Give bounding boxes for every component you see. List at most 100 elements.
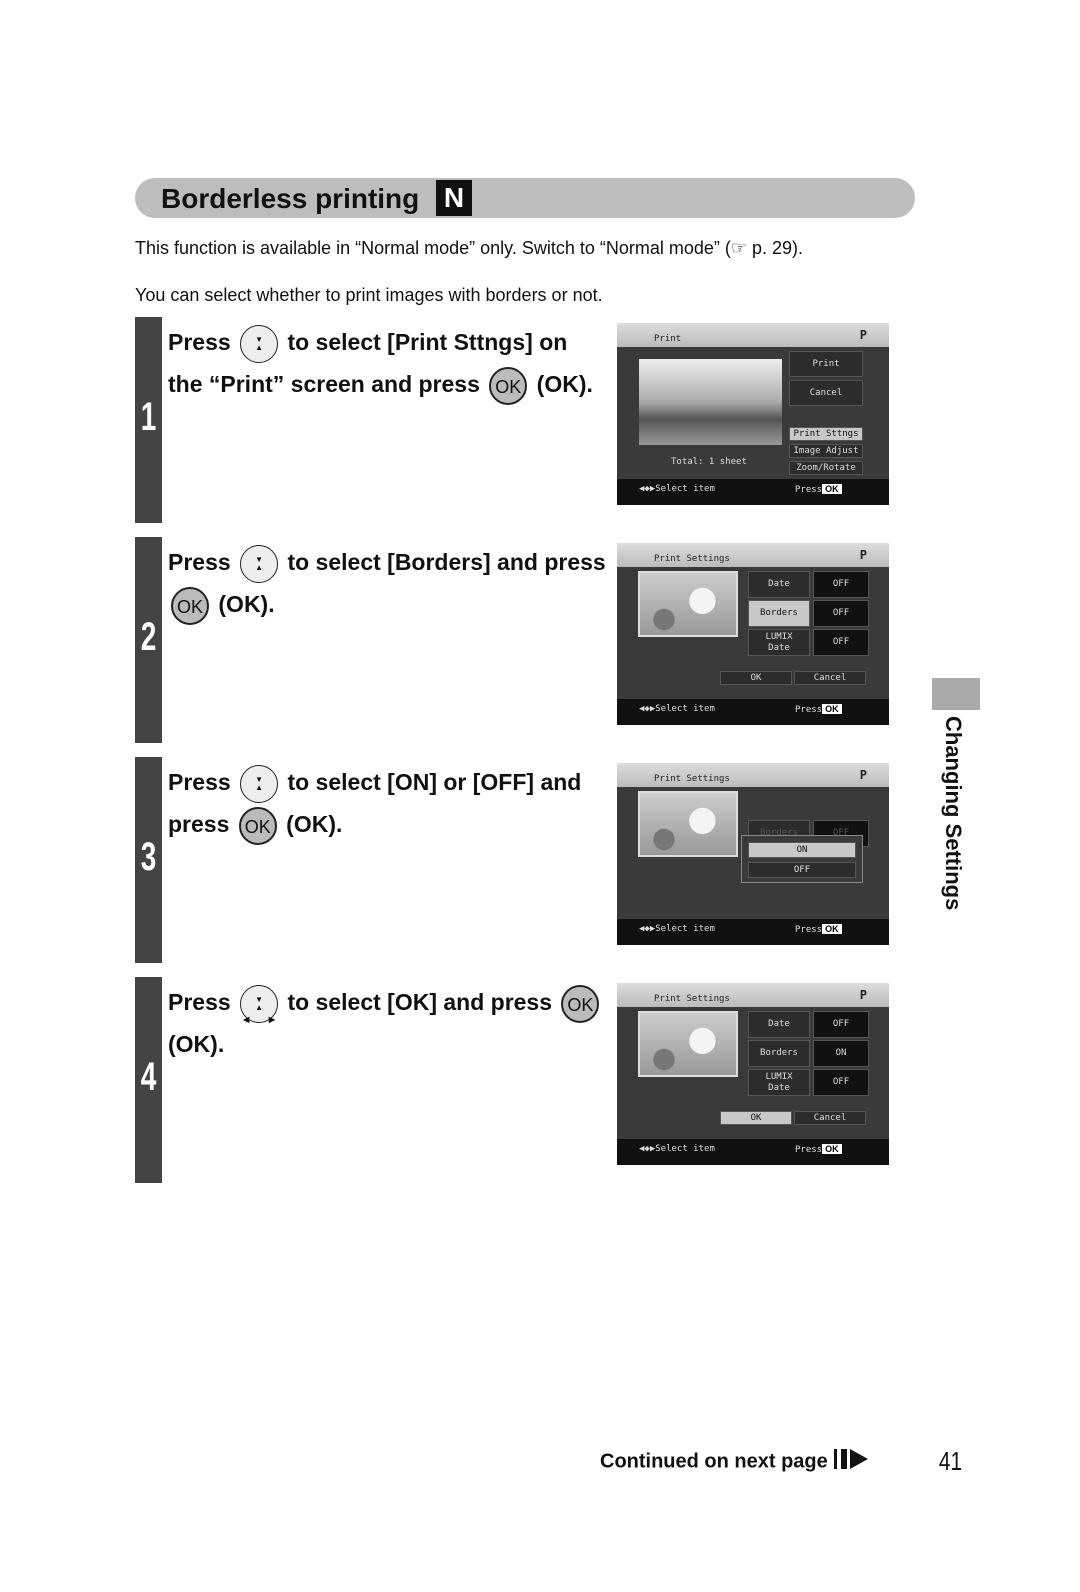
press-ok-hint: Press OK [795,704,842,715]
preview-photo-landscape [639,359,782,445]
menu-image-adjust[interactable]: Image Adjust [789,444,863,458]
instruction-text: to select [Borders] and press [281,549,606,575]
ok-button-icon: OK [489,366,528,405]
step-number: 2 [140,615,157,659]
setting-lumix-date[interactable]: LUMIX Date [748,1069,810,1096]
menu-cancel[interactable]: Cancel [789,380,863,406]
step-number: 4 [140,1055,157,1099]
printer-icon: P [859,988,867,1002]
section-title: Borderless printing [161,183,420,214]
step-number: 3 [140,835,157,879]
next-page-arrow-icon [833,1447,870,1477]
continued-note: Continued on next page [600,1447,870,1477]
cancel-button[interactable]: Cancel [794,671,866,685]
screen-header: Print Settings P [617,763,889,787]
option-off[interactable]: OFF [748,862,856,878]
press-label: Press [795,925,823,935]
setting-date[interactable]: Date [748,1011,810,1038]
instruction-text: (OK). [279,811,343,837]
step-1: 1Press to select [Print Sttngs] on the “… [135,317,615,523]
press-ok-hint: Press OK [795,484,842,495]
setting-value: OFF [813,1069,869,1096]
select-item-hint: ◀◆▶Select item [639,1144,715,1154]
setting-value: OFF [813,600,869,627]
camera-screen-4: Print Settings P Date OFF Borders ON LUMIX Dat… [617,983,889,1165]
instruction-text: Press [168,549,238,575]
ok-label: OK [822,1144,842,1154]
setting-value: OFF [813,1011,869,1038]
instruction-text: Press [168,329,238,355]
instruction-text: to select [OK] and press [281,989,559,1015]
step-4: 4Press ◀▶ to select [OK] and press OK (O… [135,977,615,1183]
instruction-text: (OK). [168,1031,225,1057]
continued-text: Continued on next page [600,1450,828,1473]
screen-footer: ◀◆▶Select item Press OK [617,1139,889,1165]
setting-lumix-date[interactable]: LUMIX Date [748,629,810,656]
printer-icon: P [859,768,867,782]
press-label: Press [795,1145,823,1155]
page-number: 41 [938,1446,963,1476]
step-3: 3Press to select [ON] or [OFF] and press… [135,757,615,963]
step-instruction: Press ◀▶ to select [OK] and press OK (OK… [168,979,608,1065]
press-ok-hint: Press OK [795,924,842,935]
camera-screen-3: Print Settings P Borders OFF ON OFF ◀◆▶Select … [617,763,889,945]
setting-value: OFF [813,571,869,598]
screen-footer: ◀◆▶Select item Press OK [617,919,889,945]
select-item-hint: ◀◆▶Select item [639,484,715,494]
ok-button[interactable]: OK [720,671,792,685]
ok-label: OK [822,924,842,934]
side-tab-marker [932,678,980,710]
ok-button-icon: OK [171,586,209,625]
step-instruction: Press to select [Print Sttngs] on the “P… [168,319,608,405]
preview-photo-dog [638,1011,738,1077]
four-way-cursor-icon: ◀▶ [240,979,279,1029]
instruction-text: Press [168,989,238,1015]
step-instruction: Press to select [ON] or [OFF] and press … [168,759,608,845]
preview-photo-dog [638,791,738,857]
step-2: 2Press to select [Borders] and press OK … [135,537,615,743]
setting-borders[interactable]: Borders [748,1040,810,1067]
menu-zoom-rotate[interactable]: Zoom/Rotate [789,461,863,475]
up-down-cursor-icon [240,319,279,369]
intro-availability: This function is available in “Normal mo… [135,238,804,258]
camera-screen-2: Print Settings P Date OFF Borders OFF LUMIX Da… [617,543,889,725]
press-label: Press [795,485,823,495]
side-tab-label: Changing Settings [941,716,966,911]
total-sheets: Total: 1 sheet [671,457,747,467]
menu-print[interactable]: Print [789,351,863,377]
normal-mode-badge: N [436,180,472,216]
screen-header: Print Settings P [617,543,889,567]
camera-screen-1: Print P Print Cancel Print Sttngs Image Adjus… [617,323,889,505]
setting-date[interactable]: Date [748,571,810,598]
manual-page: Borderless printing N This function is a… [0,0,1080,1592]
right-arrow-icon: ▶ [268,1014,276,1024]
instruction-text: (OK). [212,591,275,617]
screen-footer: ◀◆▶Select item Press OK [617,479,889,505]
step-instruction: Press to select [Borders] and press OK (… [168,539,608,625]
screen-title: Print Settings [654,994,730,1004]
select-item-hint: ◀◆▶Select item [639,704,715,714]
section-title-bar: Borderless printing N [135,178,915,218]
ok-button[interactable]: OK [720,1111,792,1125]
setting-borders[interactable]: Borders [748,600,810,627]
ok-label: OK [822,704,842,714]
screen-header: Print Settings P [617,983,889,1007]
setting-value: ON [813,1040,869,1067]
ok-button-icon: OK [238,806,277,845]
press-ok-hint: Press OK [795,1144,842,1155]
option-on[interactable]: ON [748,842,856,858]
up-down-cursor-icon [240,539,279,589]
menu-print-sttngs[interactable]: Print Sttngs [789,427,863,441]
ok-button-icon: OK [561,984,600,1023]
step-number: 1 [140,395,157,439]
screen-footer: ◀◆▶Select item Press OK [617,699,889,725]
cancel-button[interactable]: Cancel [794,1111,866,1125]
screen-title: Print Settings [654,554,730,564]
printer-icon: P [859,548,867,562]
instruction-text: (OK). [530,371,593,397]
screen-title: Print Settings [654,774,730,784]
setting-value: OFF [813,629,869,656]
intro-description: You can select whether to print images w… [135,285,603,305]
left-arrow-icon: ◀ [243,1014,250,1024]
instruction-text: Press [168,769,238,795]
